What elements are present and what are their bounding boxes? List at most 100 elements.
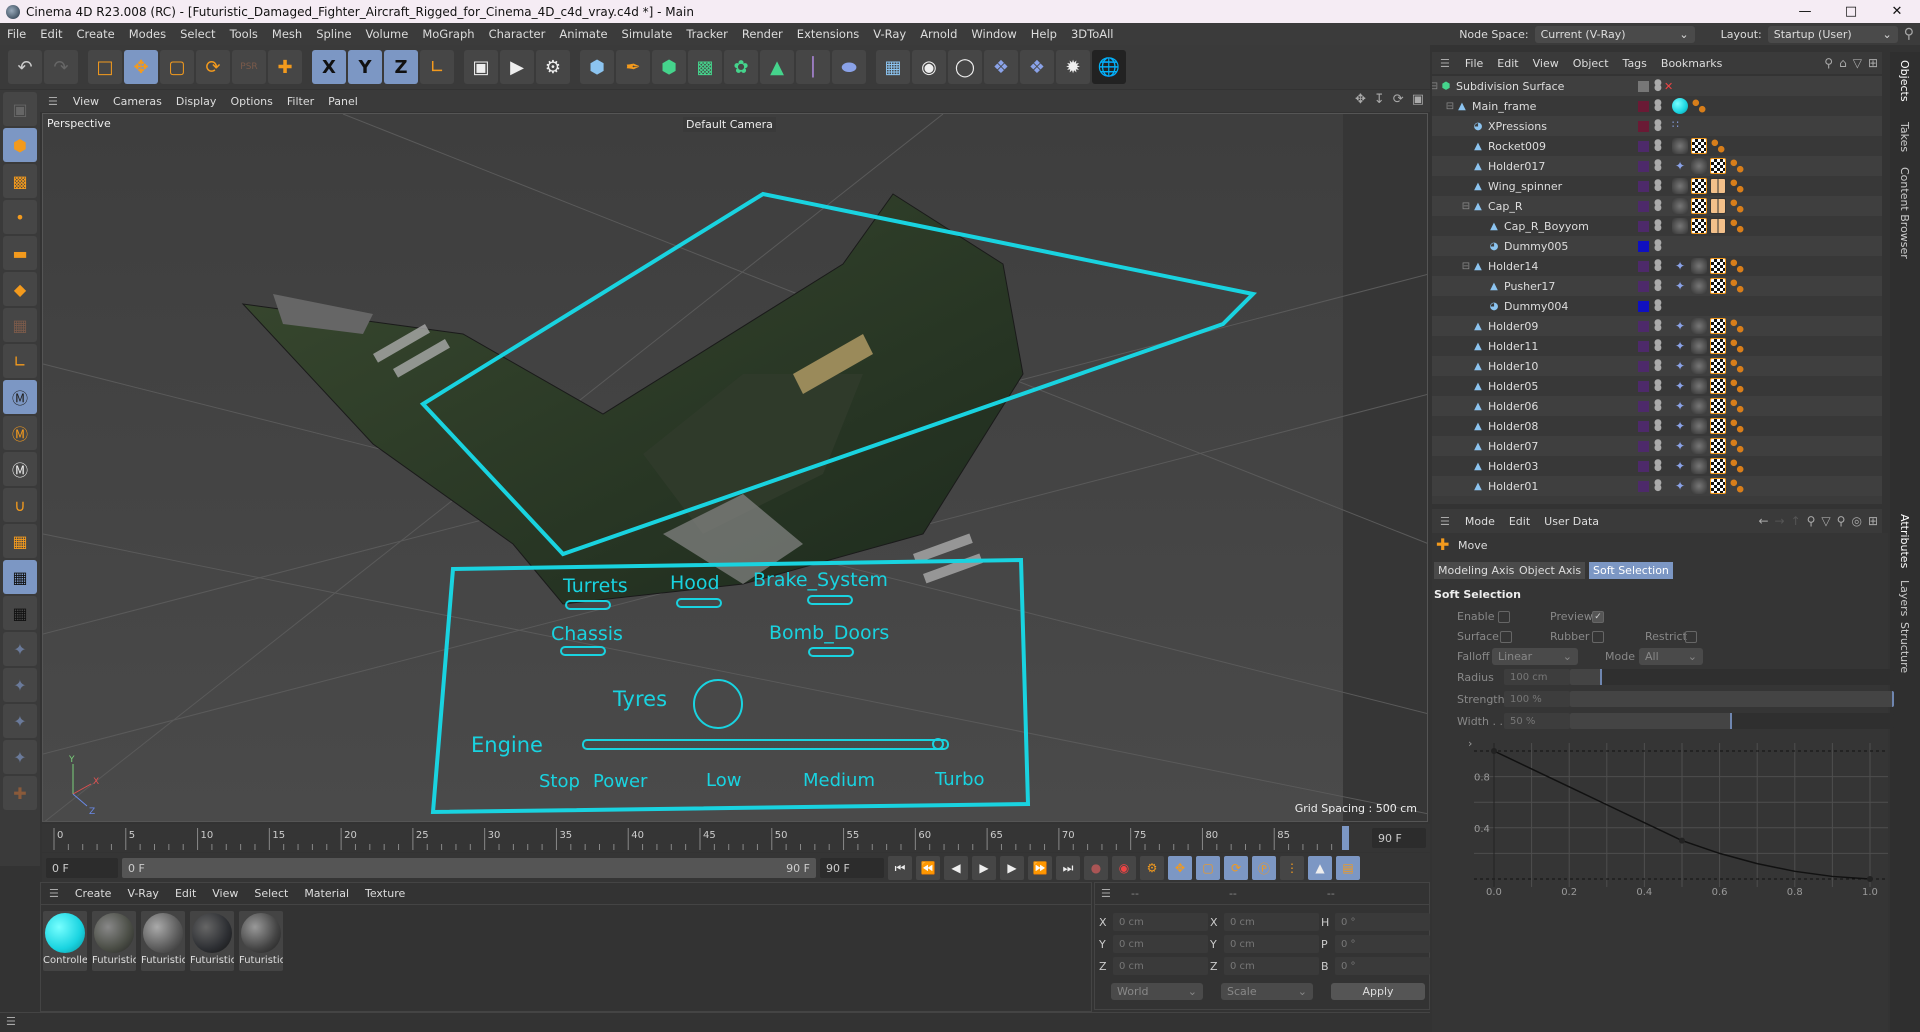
object-name[interactable]: Holder09: [1488, 320, 1538, 333]
xpresso-tag-icon[interactable]: [1729, 218, 1745, 234]
tab-takes[interactable]: Takes: [1898, 122, 1911, 152]
rot-p-field[interactable]: 0 °: [1335, 935, 1430, 953]
collapse-toggle-icon[interactable]: ⊟: [1460, 200, 1472, 212]
menu-render[interactable]: Render: [735, 27, 790, 41]
solo-button[interactable]: Ⓜ: [3, 380, 37, 414]
minimize-button[interactable]: —: [1782, 0, 1828, 23]
uvw-tag-icon[interactable]: [1691, 198, 1707, 214]
locked-workplane-button[interactable]: ▦: [3, 560, 37, 594]
material-tag-icon[interactable]: [1691, 478, 1707, 494]
workplane-button[interactable]: ▦: [3, 524, 37, 558]
vray-button[interactable]: ✹: [1056, 50, 1090, 84]
material-tag-icon[interactable]: [1691, 258, 1707, 274]
end-frame-field[interactable]: 90 F: [820, 858, 884, 878]
coordinate-space-dropdown[interactable]: World ⌄: [1111, 983, 1203, 1000]
auto-key-button[interactable]: ◉: [1112, 856, 1136, 880]
render-picture-viewer-button[interactable]: ▶: [500, 50, 534, 84]
psr-button[interactable]: PSR: [232, 50, 266, 84]
zoom-view-icon[interactable]: ↧: [1374, 92, 1385, 107]
object-name[interactable]: Holder14: [1488, 260, 1538, 273]
xpresso-tag-icon[interactable]: [1729, 278, 1745, 294]
layer-color-swatch[interactable]: [1638, 420, 1649, 432]
y-axis-button[interactable]: Y: [348, 50, 382, 84]
uvw-tag-icon[interactable]: [1710, 278, 1726, 294]
hamburger-icon[interactable]: ☰: [6, 1015, 16, 1028]
object-row[interactable]: ▲ Holder10 ● ● ✦: [1432, 356, 1882, 376]
apply-button[interactable]: Apply: [1331, 983, 1425, 1000]
next-key-button[interactable]: ⏩: [1028, 856, 1052, 880]
pen-button[interactable]: ✒: [616, 50, 650, 84]
key-rotation-button[interactable]: ⟳: [1224, 856, 1248, 880]
rot-h-field[interactable]: 0 °: [1335, 913, 1430, 931]
object-row[interactable]: ▲ Holder09 ● ● ✦: [1432, 316, 1882, 336]
size-z-field[interactable]: 0 cm: [1224, 957, 1319, 975]
points-mode-button[interactable]: •: [3, 200, 37, 234]
object-menu-object[interactable]: Object: [1566, 57, 1616, 70]
keyframe-selection-button[interactable]: ⚙: [1140, 856, 1164, 880]
cube-button[interactable]: ⬢: [580, 50, 614, 84]
material-tag-icon[interactable]: [1672, 218, 1688, 234]
material-tag-icon[interactable]: [1691, 358, 1707, 374]
playhead[interactable]: [1342, 826, 1349, 850]
object-name[interactable]: Holder10: [1488, 360, 1538, 373]
tab-objects[interactable]: Objects: [1898, 60, 1911, 102]
layer-color-swatch[interactable]: [1638, 180, 1649, 192]
add-tool-button[interactable]: ✚: [3, 776, 37, 810]
constraint-tag-icon[interactable]: ✦: [1672, 418, 1688, 434]
constraint-tag-icon[interactable]: ✦: [1672, 378, 1688, 394]
radius-slider[interactable]: [1570, 669, 1894, 685]
uvw-tag-icon[interactable]: [1691, 178, 1707, 194]
layer-color-swatch[interactable]: [1638, 300, 1649, 312]
material-tag-icon[interactable]: [1691, 398, 1707, 414]
xpresso-tag-icon[interactable]: [1729, 318, 1745, 334]
size-x-field[interactable]: 0 cm: [1224, 913, 1319, 931]
visibility-dots-icon[interactable]: ● ●: [1654, 319, 1662, 333]
visibility-dots-icon[interactable]: ● ●: [1654, 479, 1662, 493]
object-row[interactable]: ▲ Holder017 ● ● ✦: [1432, 156, 1882, 176]
material-tag-icon[interactable]: [1691, 318, 1707, 334]
sphere-wire-button[interactable]: 🌐: [1092, 50, 1126, 84]
constraint-tag-icon[interactable]: ✦: [1672, 258, 1688, 274]
material-tag-icon[interactable]: [1691, 278, 1707, 294]
uvw-tag-icon[interactable]: [1710, 398, 1726, 414]
new-window-icon[interactable]: ⊞: [1868, 56, 1878, 70]
edit-toggle-icon[interactable]: [1638, 80, 1649, 92]
menu-extensions[interactable]: Extensions: [790, 27, 866, 41]
material-tag-icon[interactable]: [1672, 178, 1688, 194]
object-name[interactable]: Dummy004: [1504, 300, 1568, 313]
xpresso-tag-icon[interactable]: [1729, 458, 1745, 474]
python-button-2[interactable]: ❖: [1020, 50, 1054, 84]
forward-arrow-icon[interactable]: →: [1775, 514, 1785, 528]
extrude-button[interactable]: ▩: [688, 50, 722, 84]
curve-expand-icon[interactable]: ›: [1468, 737, 1472, 750]
visibility-dots-icon[interactable]: ● ●: [1654, 459, 1662, 473]
collapse-toggle-icon[interactable]: ⊟: [1460, 260, 1472, 272]
menu-tools[interactable]: Tools: [223, 27, 265, 41]
material-tag-icon[interactable]: [1672, 138, 1688, 154]
lock-icon[interactable]: ⚲: [1837, 514, 1846, 528]
material-menu-texture[interactable]: Texture: [357, 887, 413, 900]
new-window-icon[interactable]: ⊞: [1868, 514, 1878, 528]
xpresso-tag-icon[interactable]: [1729, 198, 1745, 214]
object-row[interactable]: ▲ Holder11 ● ● ✦: [1432, 336, 1882, 356]
material-menu-vray[interactable]: V-Ray: [119, 887, 167, 900]
mode-dropdown[interactable]: All ⌄: [1639, 648, 1703, 665]
visibility-dots-icon[interactable]: ● ●: [1654, 219, 1662, 233]
layer-color-swatch[interactable]: [1638, 360, 1649, 372]
back-arrow-icon[interactable]: ←: [1758, 514, 1768, 528]
object-row[interactable]: ◕ Dummy005 ● ●: [1432, 236, 1882, 256]
uvw-tag-icon[interactable]: [1710, 418, 1726, 434]
xpresso-tag-icon[interactable]: [1691, 98, 1707, 114]
menu-help[interactable]: Help: [1024, 27, 1064, 41]
rot-b-field[interactable]: 0 °: [1335, 957, 1430, 975]
uvw-tag-icon[interactable]: [1710, 478, 1726, 494]
timeline-button[interactable]: ▤: [1336, 856, 1360, 880]
search-icon[interactable]: ⚲: [1807, 514, 1816, 528]
curve-knot[interactable]: [1679, 837, 1685, 844]
constraint-tag-icon[interactable]: ✦: [1672, 278, 1688, 294]
menu-create[interactable]: Create: [70, 27, 122, 41]
material-tag-icon[interactable]: [1672, 198, 1688, 214]
object-row[interactable]: ▲ Wing_spinner ● ●: [1432, 176, 1882, 196]
object-row[interactable]: ◕ XPressions ● ● ∷: [1432, 116, 1882, 136]
hamburger-icon[interactable]: ☰: [40, 95, 66, 108]
